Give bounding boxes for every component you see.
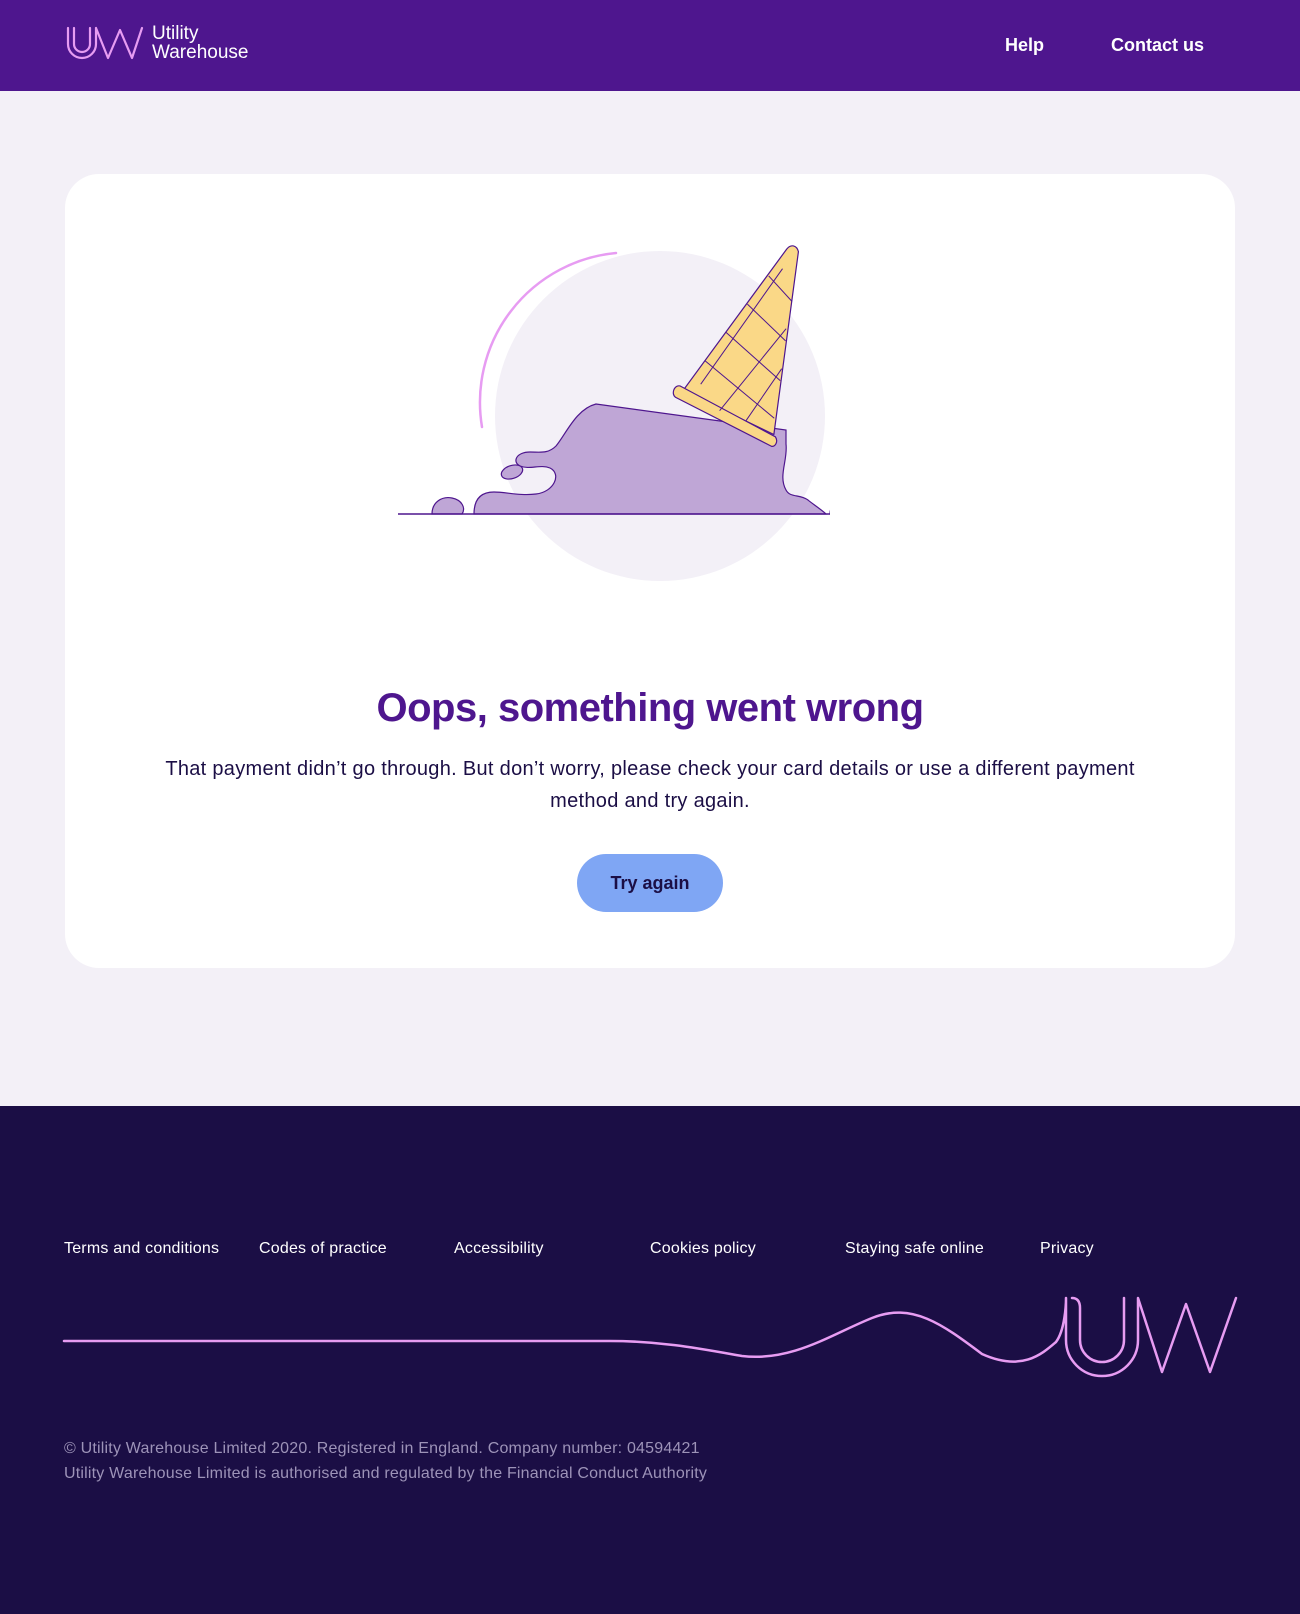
footer-uw-wave-icon [62,1296,1238,1378]
codes-of-practice-link[interactable]: Codes of practice [259,1240,387,1258]
terms-and-conditions-link[interactable]: Terms and conditions [64,1240,219,1258]
site-header: Utility Warehouse Help Contact us [0,0,1300,91]
site-footer: Terms and conditions Codes of practice A… [0,1106,1300,1614]
utility-warehouse-logo[interactable]: Utility Warehouse [64,24,248,62]
brand-name-line1: Utility [152,23,199,44]
error-card: Oops, something went wrong That payment … [65,174,1235,968]
privacy-link[interactable]: Privacy [1040,1240,1094,1258]
cookies-policy-link[interactable]: Cookies policy [650,1240,756,1258]
accessibility-link[interactable]: Accessibility [454,1240,544,1258]
contact-us-link[interactable]: Contact us [1111,35,1204,56]
uw-logo-icon [66,26,144,60]
help-link[interactable]: Help [1005,35,1044,56]
brand-name: Utility Warehouse [152,24,248,62]
error-illustration [390,244,860,599]
error-title: Oops, something went wrong [376,686,925,730]
legal-notice: © Utility Warehouse Limited 2020. Regist… [64,1436,707,1486]
error-message: That payment didn’t go through. But don’… [165,758,1135,812]
brand-name-line2: Warehouse [152,42,249,63]
copyright-text: © Utility Warehouse Limited 2020. Regist… [64,1440,700,1457]
melted-ice-cream-icon [398,245,860,581]
fca-authorisation-text: Utility Warehouse Limited is authorised … [64,1465,708,1482]
try-again-button[interactable]: Try again [577,854,723,912]
staying-safe-online-link[interactable]: Staying safe online [845,1240,984,1258]
